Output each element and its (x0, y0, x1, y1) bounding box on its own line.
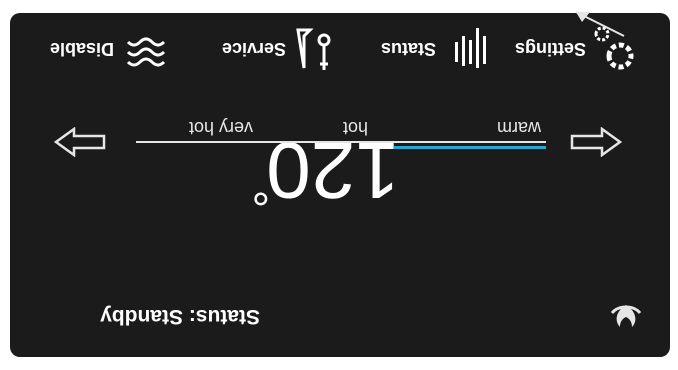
flame-icon (606, 290, 646, 335)
temperature-scale-line (136, 141, 546, 143)
temperature-scale-active (394, 146, 546, 149)
tools-icon (288, 21, 332, 74)
arrow-right-icon[interactable] (53, 122, 108, 158)
menu-settings-label: Settings (514, 39, 586, 59)
menu-status-label: Status (380, 39, 436, 59)
arrow-left-icon[interactable] (568, 122, 623, 158)
menu-status[interactable]: Status (338, 24, 488, 78)
screen-rotated: Status: Standby 120 ° warm hot very hot … (0, 0, 678, 370)
waves-icon (124, 27, 166, 72)
scale-label-very-hot: very hot (188, 118, 253, 138)
temperature-unit: ° (251, 163, 270, 215)
menu-service-label: Service (221, 39, 286, 59)
scale-label-warm: warm (497, 118, 541, 138)
status-bars-icon (448, 19, 488, 74)
status-text: Status: Standby (100, 305, 260, 328)
scale-label-hot: hot (342, 118, 368, 138)
pointer-arrow (568, 1, 628, 40)
menu-disable[interactable]: Disable (26, 24, 166, 78)
menu-service[interactable]: Service (182, 24, 332, 78)
menu-disable-label: Disable (49, 39, 114, 59)
